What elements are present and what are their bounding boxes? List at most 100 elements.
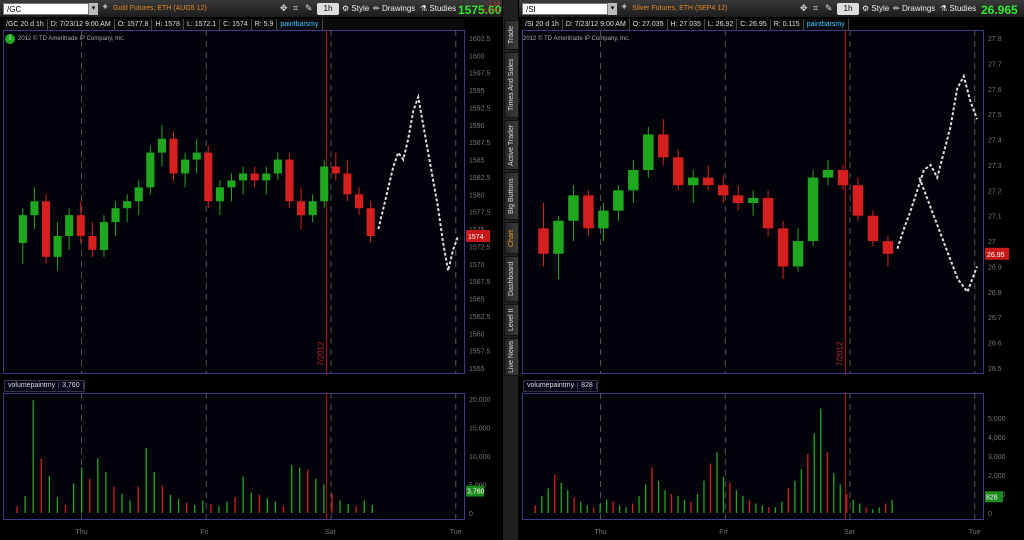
favorite-star-icon[interactable]: ✦ [101,2,109,13]
info-study[interactable]: paintbarsmy [804,19,849,30]
volume-y-tick: 3,000 [988,454,1006,461]
candle-body [123,201,132,209]
favorite-star-icon[interactable]: ✦ [620,2,628,13]
y-tick-label: 26.9 [988,264,1002,271]
candle-body [181,159,190,174]
side-tab-level-ii[interactable]: Level II [504,304,519,336]
y-tick-label: 1597.5 [469,71,491,78]
current-volume-label: 828 [986,494,998,501]
candle-body [583,195,594,229]
candle-body [157,138,166,153]
info-period: /GC 20 d 1h [3,19,48,30]
timeframe-button[interactable]: 1h [317,3,339,15]
volume-study-name: volumepaintmy [524,382,579,389]
wrench-icon[interactable]: ✎ [305,3,313,14]
y-tick-label: 1592.5 [469,105,491,112]
candle-body [822,170,834,178]
candle-body [239,173,248,181]
candle-body [296,201,306,216]
y-tick-label: 26.5 [988,366,1002,373]
candle-body [673,157,684,186]
candle-body [273,159,282,174]
symbol-dropdown-icon[interactable]: ▾ [89,3,98,15]
side-tab-times-and-sales[interactable]: Times And Sales [504,52,519,118]
candle-body [18,215,27,243]
bar-info: /SI 20 d 1h D: 7/23/12 9:00 AM O: 27.035 H:… [522,19,849,30]
studies-button[interactable]: ⚗ Studies [940,4,976,13]
x-tick-label: Thu [595,529,607,536]
studies-button[interactable]: ⚗ Studies [420,4,456,13]
side-tab-trade[interactable]: Trade [504,20,519,50]
candle-body [747,197,759,203]
date-marker-label: 7/2012 [316,341,325,366]
candle-body [285,159,294,202]
crosshair-icon[interactable]: ✥ [800,3,808,14]
side-tab-big-buttons[interactable]: Big Buttons [504,172,519,220]
candle-body [354,194,364,209]
magnet-icon[interactable]: ⌗ [293,3,298,14]
info-study[interactable]: paintbarsmy [277,19,323,30]
wrench-icon[interactable]: ✎ [825,3,833,14]
drawings-label: Drawings [381,4,416,13]
volume-y-tick: 4,000 [988,435,1006,442]
candle-body [343,173,352,195]
side-tab-active-trader[interactable]: Active Trader [504,120,519,170]
drawings-button[interactable]: ✏ Drawings [373,4,415,13]
symbol-input[interactable]: /SI [522,3,608,15]
symbol-input[interactable]: /GC [3,3,89,15]
projection-line-2 [918,177,979,294]
volume-y-tick: 2,000 [988,473,1006,480]
y-tick-label: 1595 [469,88,485,95]
y-tick-label: 27.5 [988,112,1002,119]
current-price-label: 26.95 [987,252,1005,259]
y-tick-label: 1585 [469,158,485,165]
drawings-button[interactable]: ✏ Drawings [893,4,935,13]
volume-study-label[interactable]: volumepaintmy 828 [523,380,598,392]
style-button[interactable]: ⚙ Style [862,4,889,13]
y-tick-label: 1587.5 [469,140,491,147]
gold-volume-chart[interactable]: 20,00015,00010,0005,0000ThuFriSatTue3,76… [3,393,502,538]
candle-body [262,173,271,181]
candle-body [111,208,120,223]
date-marker-label: 7/2012 [835,341,844,366]
volume-y-tick: 0 [469,511,473,518]
silver-chart-panel: /SI ▾ ✦ Silver Futures, ETH (SEP4 12) ✥ … [519,0,1024,540]
y-tick-label: 1562.5 [469,314,491,321]
crosshair-icon[interactable]: ✥ [280,3,288,14]
side-tab-live-news[interactable]: Live News [504,338,519,376]
gold-price-chart[interactable]: 7/2012 1602.5 1600 1597.5 1595 1592.5 1590 1587… [3,30,502,374]
net-change-value: -1.10 [486,2,500,8]
magnet-icon[interactable]: ⌗ [813,3,818,14]
drawings-label: Drawings [901,4,936,13]
info-range: R: 0.115 [771,19,804,30]
candle-body [65,215,74,236]
silver-volume-chart[interactable]: 5,0004,0003,0002,0001,0000ThuFriSatTue82… [522,393,1024,538]
style-label: Style [871,4,890,13]
silver-price-chart[interactable]: 7/2012 27.8 27.7 27.6 27.5 27.4 27.3 27.2 27.1 27… [522,30,1024,374]
y-tick-label: 27.2 [988,188,1002,195]
y-tick-label: 1580 [469,192,485,199]
candle-body [867,215,879,242]
candle-body [568,195,579,221]
x-tick-label: Tue [969,529,981,536]
candle-body [732,195,744,203]
side-tab-chart[interactable]: Chart [504,222,519,254]
volume-study-label[interactable]: volumepaintmy 3,760 [4,380,85,392]
info-icon[interactable]: i [5,34,15,44]
candle-body [762,197,774,229]
info-open: O: 27.035 [630,19,668,30]
symbol-dropdown-icon[interactable]: ▾ [608,3,617,15]
projection-line [377,93,460,271]
y-tick-label: 27.1 [988,214,1002,221]
info-range: R: 5.9 [252,19,278,30]
style-button[interactable]: ⚙ Style [342,4,369,13]
copyright: 2012 © TD Ameritrade IP Company, Inc. [523,36,630,42]
y-tick-label: 27.7 [988,61,1002,68]
x-tick-label: Sat [844,529,855,536]
x-tick-label: Sat [325,529,336,536]
projection-line [896,73,979,250]
timeframe-button[interactable]: 1h [837,3,859,15]
side-tab-dashboard[interactable]: Dashboard [504,256,519,302]
candle-body [250,173,259,181]
studies-label: Studies [949,4,977,13]
